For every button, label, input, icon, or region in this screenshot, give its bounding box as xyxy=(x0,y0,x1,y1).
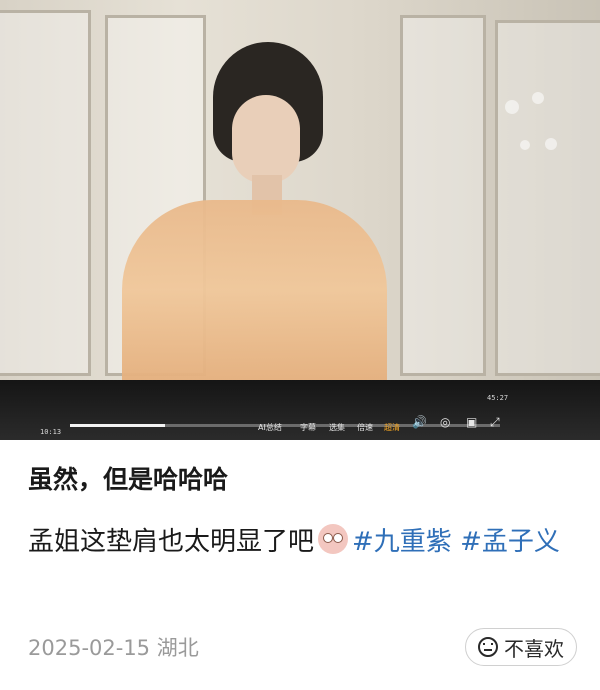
danmaku-toggle-icon[interactable]: ▣ xyxy=(466,415,477,429)
episodes-button[interactable]: 选集 xyxy=(329,422,345,433)
post-date: 2025-02-15 xyxy=(28,636,151,660)
post-location: 湖北 xyxy=(156,636,199,660)
bokeh-light xyxy=(520,140,530,150)
danmaku-settings-icon[interactable]: ◎ xyxy=(440,415,450,429)
peach-face-emoji-icon xyxy=(318,524,349,554)
post-title: 虽然，但是哈哈哈 xyxy=(28,465,229,494)
background-screen-panel xyxy=(400,15,486,376)
bokeh-light xyxy=(505,100,519,114)
background-screen-panel xyxy=(495,20,600,376)
current-time: 10:13 xyxy=(40,428,62,436)
volume-icon[interactable]: 🔊 xyxy=(412,415,427,429)
subtitle-button[interactable]: 字幕 xyxy=(300,422,316,433)
actress-face xyxy=(232,95,300,183)
hashtag-link[interactable]: #九重紫 xyxy=(352,527,452,557)
playback-speed-button[interactable]: 倍速 xyxy=(357,422,373,433)
progress-fill xyxy=(70,424,165,427)
dislike-button[interactable]: 不喜欢 xyxy=(465,628,577,666)
post-body: 孟姐这垫肩也太明显了吧 #九重紫 #孟子义 xyxy=(28,516,583,568)
quality-button[interactable]: 超清 xyxy=(384,422,400,433)
bokeh-light xyxy=(532,92,544,104)
actress-robe xyxy=(122,200,387,380)
post-body-text: 孟姐这垫肩也太明显了吧 xyxy=(28,527,315,557)
progress-bar[interactable] xyxy=(70,424,500,427)
fullscreen-icon[interactable]: ⤢ xyxy=(490,415,500,430)
ai-summary-button[interactable]: AI总结 xyxy=(258,422,282,433)
frown-face-icon xyxy=(478,637,498,657)
post-meta: 2025-02-15 湖北 xyxy=(28,632,199,662)
video-frame xyxy=(0,0,600,380)
background-screen-panel xyxy=(0,10,91,376)
dislike-label: 不喜欢 xyxy=(504,636,564,661)
total-time: 45:27 xyxy=(487,394,509,402)
hashtag-link[interactable]: #孟子义 xyxy=(460,527,560,557)
video-screenshot: 45:27 10:13 AI总结 字幕 选集 倍速 超清 🔊 ◎ ▣ ⤢ xyxy=(0,0,600,440)
bokeh-light xyxy=(545,138,557,150)
